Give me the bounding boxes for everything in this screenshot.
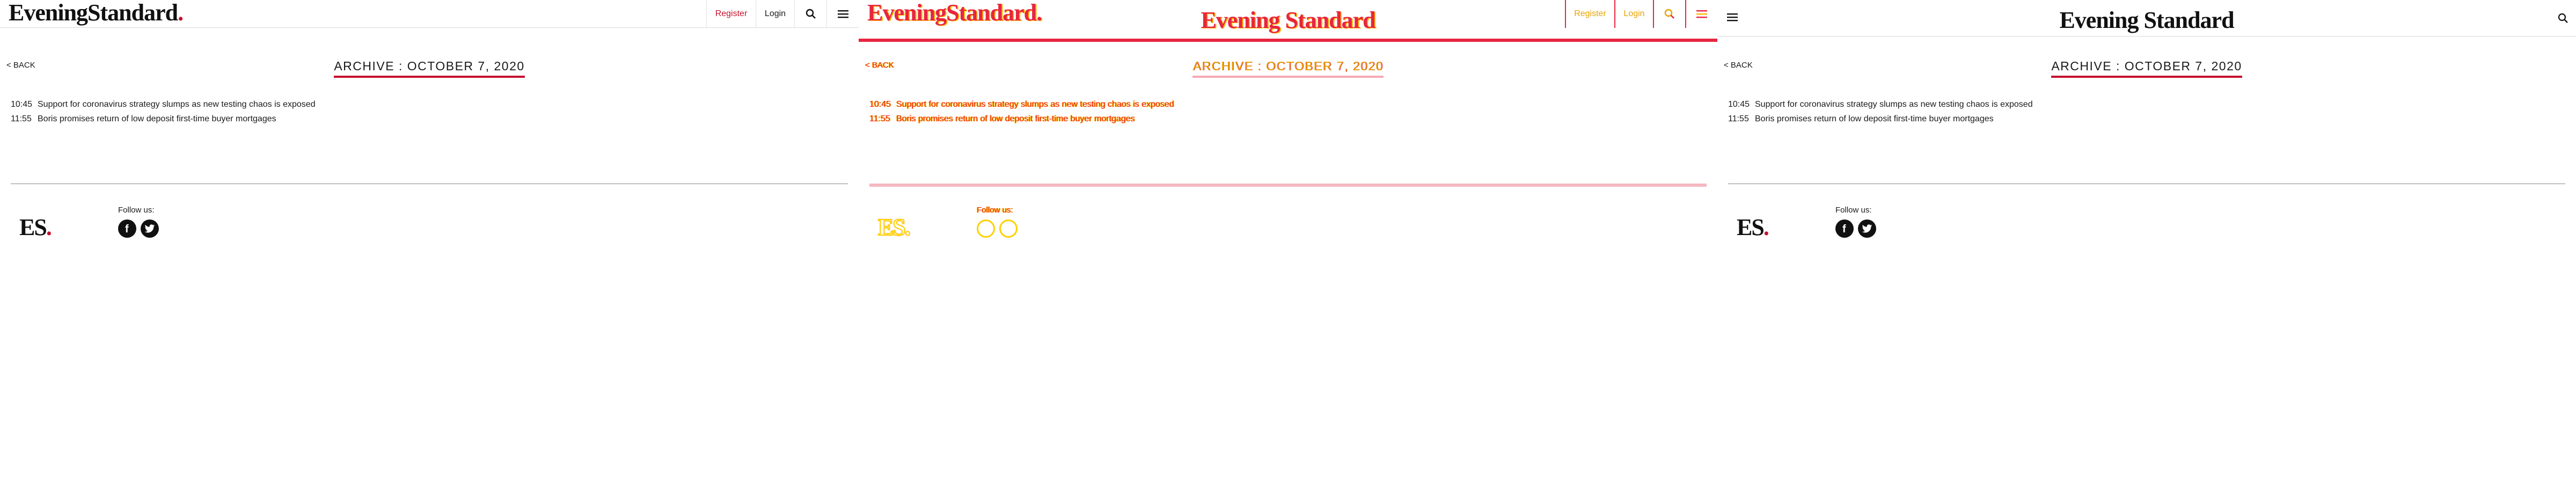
twitter-icon[interactable] [999,219,1018,238]
search-icon [2558,13,2568,23]
archive-title: ARCHIVE : OCTOBER 7, 2020 [0,59,859,78]
search-button[interactable] [2558,13,2568,26]
site-logo[interactable]: Evening Standard [1717,8,2576,33]
search-button[interactable] [794,0,826,28]
search-icon [806,9,816,19]
footer-divider [869,184,1707,187]
list-item[interactable]: 10:45 Support for coronavirus strategy sl… [11,97,316,112]
follow-label: Follow us: [977,206,1013,215]
social-links: f [1835,219,1876,238]
site-header: EveningStandard. Evening Standard Regist… [859,0,1717,42]
facebook-icon[interactable]: f [1835,219,1854,238]
article-list: 10:45 Support for coronavirus strategy sl… [11,97,316,126]
hamburger-menu-icon [837,10,848,18]
social-links: f [118,219,159,238]
article-headline[interactable]: Boris promises return of low deposit fir… [1755,114,1994,123]
search-button[interactable] [1653,0,1685,28]
article-list: 10:45 Support for coronavirus strategy sl… [1728,97,2033,126]
list-item[interactable]: 10:45 Support for coronavirus strategy sl… [1728,97,2033,112]
article-time: 10:45 [1728,100,1750,109]
article-headline[interactable]: Boris promises return of low deposit fir… [896,114,1135,123]
site-header: EveningStandard. Register Login [0,0,859,28]
archive-title: ARCHIVE : OCTOBER 7, 2020 [859,59,1717,78]
footer-logo[interactable]: ES. [1737,214,1769,241]
article-headline[interactable]: Boris promises return of low deposit fir… [38,114,276,123]
archive-title: ARCHIVE : OCTOBER 7, 2020 [1717,59,2576,78]
header-actions: Register Login [706,0,859,28]
follow-label: Follow us: [118,206,155,215]
article-headline[interactable]: Support for coronavirus strategy slumps … [1755,100,2033,109]
article-headline[interactable]: Support for coronavirus strategy slumps … [896,100,1174,109]
article-time: 11:55 [869,114,890,123]
overlay-view: EveningStandard. Evening Standard Regist… [859,0,1717,483]
svg-text:f: f [125,223,129,234]
register-button[interactable]: Register [1565,0,1614,28]
header-actions: Register Login [1565,0,1717,28]
follow-label: Follow us: [1835,206,1872,215]
list-item[interactable]: 11:55 Boris promises return of low deposi… [869,112,1174,126]
social-links [977,219,1018,238]
list-item[interactable]: 10:45 Support for coronavirus strategy sl… [869,97,1174,112]
facebook-icon[interactable]: f [118,219,136,238]
footer-logo[interactable]: ES. [19,214,52,241]
register-button[interactable]: Register [706,0,756,28]
article-time: 10:45 [11,100,33,109]
login-button[interactable]: Login [756,0,794,28]
menu-button[interactable] [1685,0,1717,28]
list-item[interactable]: 11:55 Boris promises return of low deposi… [1728,112,2033,126]
site-logo[interactable]: EveningStandard. [9,0,184,26]
desktop-view: EveningStandard. Register Login < BACK A… [0,0,859,483]
hamburger-menu-icon [1696,10,1707,18]
mobile-view: Evening Standard < BACK ARCHIVE : OCTOBE… [1717,0,2576,483]
twitter-icon[interactable] [1858,219,1876,238]
footer-logo[interactable]: ES. [877,214,911,241]
menu-button[interactable] [826,0,859,28]
article-time: 11:55 [11,114,32,123]
article-time: 11:55 [1728,114,1749,123]
article-headline[interactable]: Support for coronavirus strategy slumps … [38,100,316,109]
search-icon [1664,9,1674,19]
facebook-icon[interactable] [977,219,995,238]
site-header: Evening Standard [1717,0,2576,36]
article-time: 10:45 [869,100,891,109]
article-list: 10:45 Support for coronavirus strategy sl… [869,97,1174,126]
list-item[interactable]: 11:55 Boris promises return of low deposi… [11,112,316,126]
twitter-icon[interactable] [141,219,159,238]
svg-text:f: f [1842,223,1846,234]
login-button[interactable]: Login [1614,0,1653,28]
